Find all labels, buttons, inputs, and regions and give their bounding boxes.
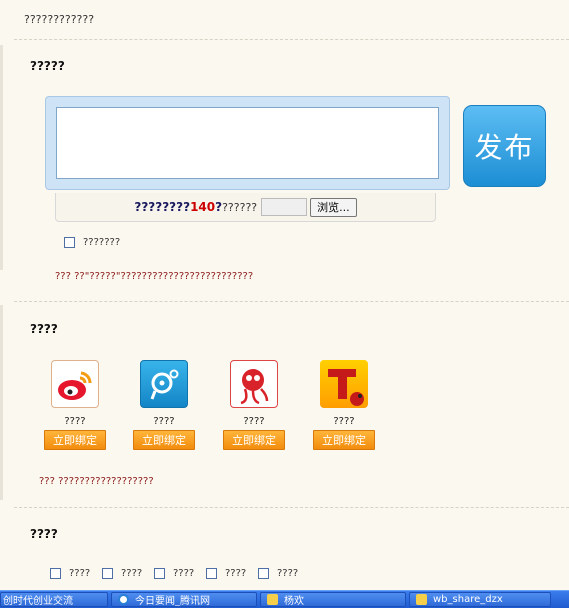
taskbar-item[interactable]: wb_share_dzx — [409, 592, 551, 607]
share-checkbox[interactable] — [258, 568, 269, 579]
char-hint-suffix: ?????? — [222, 200, 258, 214]
share-checkbox[interactable] — [206, 568, 217, 579]
share-option-label: ???? — [173, 568, 195, 579]
sync-checkbox-label: ??????? — [83, 237, 121, 248]
share-option[interactable]: ???? — [154, 568, 194, 579]
taskbar-item[interactable]: 今日要闻_腾讯网 — [111, 592, 257, 607]
account-name: ???? — [153, 416, 175, 427]
bind-sohu-button[interactable]: 立即绑定 — [313, 430, 375, 450]
folder-icon — [267, 594, 278, 605]
share-title: ???? — [30, 527, 58, 541]
sina-weibo-icon[interactable] — [51, 360, 99, 408]
compose-title: ????? — [30, 59, 65, 73]
share-option-label: ???? — [69, 568, 91, 579]
share-checkbox[interactable] — [154, 568, 165, 579]
compose-toolbar: ???????? 140 ? ?????? 浏览... — [55, 193, 436, 222]
char-hint-prefix: ???????? — [134, 200, 191, 214]
compose-note: ??? ??"?????"????????????????????????? — [55, 271, 254, 282]
tencent-weibo-icon[interactable] — [140, 360, 188, 408]
share-option[interactable]: ???? — [50, 568, 90, 579]
accounts-title: ???? — [30, 322, 58, 336]
share-option-label: ???? — [121, 568, 143, 579]
share-checkbox[interactable] — [50, 568, 61, 579]
bind-sina-button[interactable]: 立即绑定 — [44, 430, 106, 450]
share-option-label: ???? — [225, 568, 247, 579]
compose-box — [45, 96, 450, 190]
share-option[interactable]: ???? — [258, 568, 298, 579]
browse-button[interactable]: 浏览... — [310, 197, 357, 217]
section-border — [0, 45, 3, 270]
divider — [14, 507, 569, 508]
account-name: ???? — [243, 416, 265, 427]
ie-icon — [118, 594, 129, 605]
account-name: ???? — [64, 416, 86, 427]
taskbar-item[interactable]: 创时代创业交流 — [0, 592, 108, 607]
sync-option[interactable]: ??????? — [64, 237, 120, 248]
file-path-input[interactable] — [261, 198, 308, 216]
divider — [14, 39, 569, 40]
char-limit: 140 — [190, 200, 216, 214]
accounts-note: ??? ?????????????????? — [39, 476, 154, 487]
section-border — [0, 305, 3, 500]
taskbar-item[interactable]: 杨欢 — [260, 592, 406, 607]
taskbar-item-label: 今日要闻_腾讯网 — [135, 596, 210, 607]
share-checkbox[interactable] — [102, 568, 113, 579]
top-text: ???????????? — [24, 13, 95, 26]
account-item-netease: ???? 立即绑定 — [222, 360, 286, 450]
taskbar-item-label: 杨欢 — [284, 596, 304, 607]
share-option-label: ???? — [277, 568, 299, 579]
folder-icon — [416, 594, 427, 605]
account-item-sina: ???? 立即绑定 — [43, 360, 107, 450]
divider — [14, 301, 569, 302]
bind-netease-button[interactable]: 立即绑定 — [223, 430, 285, 450]
share-option[interactable]: ???? — [206, 568, 246, 579]
publish-button[interactable]: 发布 — [463, 105, 546, 187]
taskbar: 创时代创业交流 今日要闻_腾讯网 杨欢 wb_share_dzx — [0, 590, 569, 608]
account-item-sohu: ???? 立即绑定 — [312, 360, 376, 450]
netease-weibo-icon[interactable] — [230, 360, 278, 408]
bind-tencent-button[interactable]: 立即绑定 — [133, 430, 195, 450]
taskbar-item-label: wb_share_dzx — [433, 594, 503, 605]
taskbar-item-label: 创时代创业交流 — [3, 596, 73, 607]
sync-checkbox[interactable] — [64, 237, 75, 248]
char-hint-mark: ? — [215, 200, 223, 214]
account-item-tencent: ???? 立即绑定 — [132, 360, 196, 450]
account-name: ???? — [333, 416, 355, 427]
sohu-weibo-icon[interactable] — [320, 360, 368, 408]
share-option[interactable]: ???? — [102, 568, 142, 579]
compose-textarea[interactable] — [56, 107, 439, 179]
